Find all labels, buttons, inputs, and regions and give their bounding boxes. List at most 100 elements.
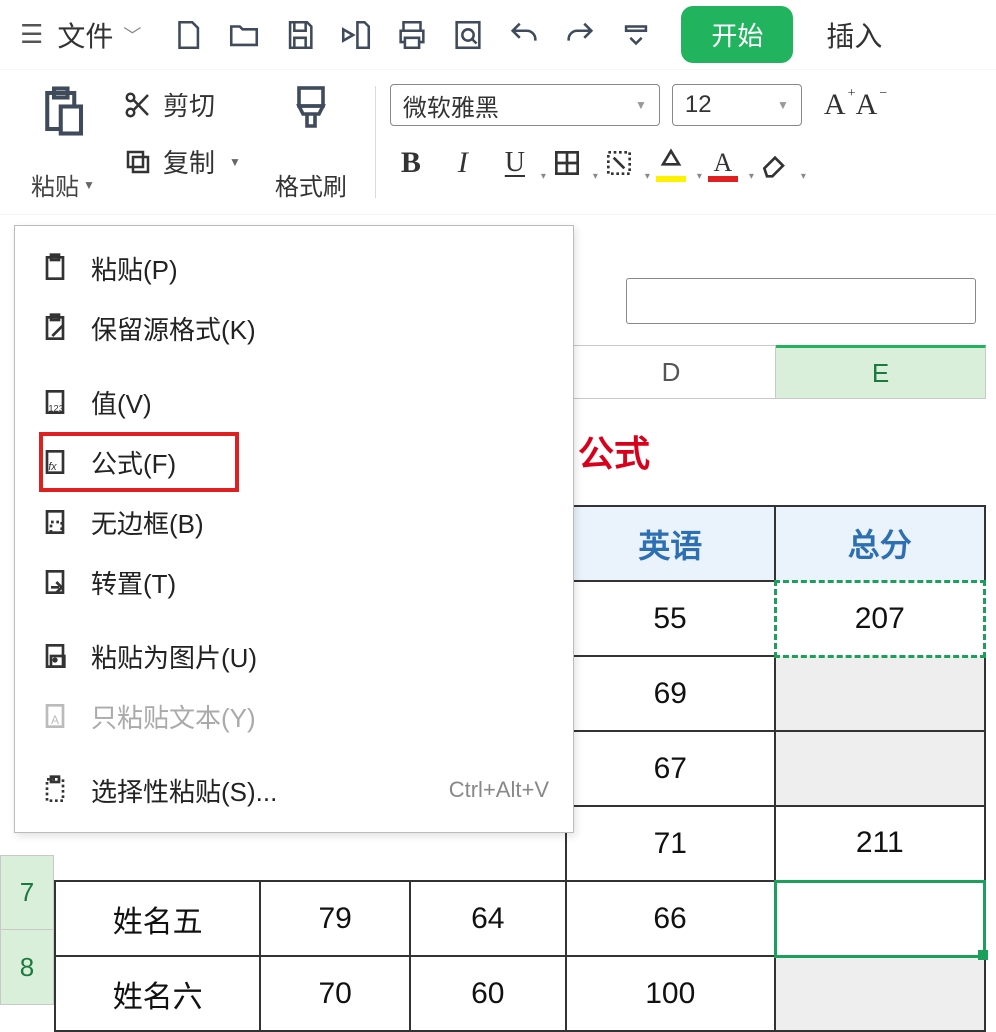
clipboard-icon	[36, 84, 90, 138]
menu-shortcut: Ctrl+Alt+V	[449, 777, 549, 803]
file-menu[interactable]: 文件	[57, 15, 113, 55]
increase-font-button[interactable]: A+	[824, 88, 846, 122]
svg-text:A: A	[51, 713, 59, 727]
menu-keep-source-format[interactable]: 保留源格式(K)	[15, 298, 573, 358]
export-icon[interactable]	[337, 16, 375, 54]
clipboard-text-icon: A	[39, 700, 71, 732]
cell-e3[interactable]: 207	[775, 581, 984, 656]
menu-text-only: A 只粘贴文本(Y)	[15, 686, 573, 746]
cell-a8[interactable]: 姓名六	[55, 956, 260, 1031]
redo-icon[interactable]	[561, 16, 599, 54]
cell-e6[interactable]: 211	[775, 806, 984, 881]
menu-no-border[interactable]: 无边框(B)	[15, 492, 573, 552]
cell-e4[interactable]	[775, 656, 984, 731]
eraser-button[interactable]	[754, 142, 796, 184]
save-icon[interactable]	[281, 16, 319, 54]
menu-paste-label: 粘贴(P)	[91, 250, 178, 287]
font-group: 微软雅黑 ▼ 12 ▼ A+ A− B I U A	[390, 76, 986, 208]
cell-e7[interactable]	[775, 881, 984, 956]
menu-transpose[interactable]: 转置(T)	[15, 552, 573, 612]
insert-tab[interactable]: 插入	[826, 15, 882, 55]
cell-d4[interactable]: 69	[566, 656, 775, 731]
italic-button[interactable]: I	[442, 142, 484, 184]
row-header-8[interactable]: 8	[0, 930, 54, 1005]
scissors-icon	[123, 90, 153, 120]
cell-b8[interactable]: 70	[260, 956, 410, 1031]
cell-d8[interactable]: 100	[566, 956, 775, 1031]
svg-text:123: 123	[48, 403, 64, 413]
cell-d7[interactable]: 66	[566, 881, 775, 956]
undo-icon[interactable]	[505, 16, 543, 54]
decrease-font-button[interactable]: A−	[856, 88, 878, 122]
home-tab[interactable]: 开始	[681, 6, 793, 63]
highlight-button[interactable]	[650, 142, 692, 184]
paintbrush-icon	[287, 84, 335, 132]
ribbon: 粘贴▼ 剪切 复制▼ 格式刷 微软雅黑 ▼ 12 ▼ A+ A−	[0, 70, 996, 215]
header-total: 总分	[775, 506, 984, 581]
menu-paste-special-label: 选择性粘贴(S)...	[91, 772, 277, 809]
cell-c8[interactable]: 60	[410, 956, 566, 1031]
cell-d5[interactable]: 67	[566, 731, 775, 806]
bold-button[interactable]: B	[390, 142, 432, 184]
font-color-button[interactable]: A	[702, 142, 744, 184]
font-name-select[interactable]: 微软雅黑 ▼	[390, 84, 660, 126]
cell-e8[interactable]	[775, 956, 984, 1031]
row-header-7[interactable]: 7	[0, 855, 54, 930]
customize-qat-icon[interactable]	[617, 16, 655, 54]
menu-formulas[interactable]: fx 公式(F)	[15, 432, 573, 492]
borders-button[interactable]	[546, 142, 588, 184]
format-painter-label: 格式刷	[275, 167, 347, 202]
menu-transpose-label: 转置(T)	[91, 564, 176, 601]
font-size-select[interactable]: 12 ▼	[672, 84, 802, 126]
clipboard-123-icon: 123	[39, 386, 71, 418]
paste-split-button[interactable]: 粘贴▼	[18, 76, 108, 208]
paste-label: 粘贴	[31, 167, 79, 202]
print-preview-icon[interactable]	[449, 16, 487, 54]
column-headers: D E	[566, 345, 986, 399]
clipboard-noborder-icon	[39, 506, 71, 538]
column-header-d[interactable]: D	[566, 345, 776, 399]
clipboard-fx-icon: fx	[39, 446, 71, 478]
menu-keep-source-label: 保留源格式(K)	[91, 310, 256, 347]
cell-d3[interactable]: 55	[566, 581, 775, 656]
menu-paste[interactable]: 粘贴(P)	[15, 238, 573, 298]
copy-icon	[123, 147, 153, 177]
open-icon[interactable]	[225, 16, 263, 54]
cut-label: 剪切	[163, 86, 215, 123]
clipboard-transpose-icon	[39, 566, 71, 598]
paste-dropdown-menu: 粘贴(P) 保留源格式(K) 123 值(V) fx 公式(F) 无边框(B) …	[14, 225, 574, 833]
cell-e5[interactable]	[775, 731, 984, 806]
chevron-down-icon[interactable]: ﹀	[123, 22, 141, 48]
underline-button[interactable]: U	[494, 142, 536, 184]
chevron-down-icon: ▼	[777, 98, 789, 112]
separator	[375, 86, 376, 198]
cell-b7[interactable]: 79	[260, 881, 410, 956]
svg-text:fx: fx	[48, 461, 57, 473]
font-size-value: 12	[685, 91, 712, 119]
copy-button[interactable]: 复制 ▼	[123, 143, 241, 180]
menu-paste-special[interactable]: 选择性粘贴(S)... Ctrl+Alt+V	[15, 760, 573, 820]
print-icon[interactable]	[393, 16, 431, 54]
font-name-value: 微软雅黑	[403, 88, 499, 123]
menu-formulas-label: 公式(F)	[91, 444, 176, 481]
menu-no-border-label: 无边框(B)	[91, 504, 204, 541]
menu-as-picture[interactable]: 粘贴为图片(U)	[15, 626, 573, 686]
title-toolbar: ☰ 文件 ﹀ 开始 插入	[0, 0, 996, 70]
cut-button[interactable]: 剪切	[123, 86, 241, 123]
hamburger-icon[interactable]: ☰	[20, 19, 43, 50]
chevron-down-icon: ▼	[635, 98, 647, 112]
menu-text-only-label: 只粘贴文本(Y)	[91, 698, 256, 735]
title-fragment: 公式	[578, 425, 650, 477]
new-icon[interactable]	[169, 16, 207, 54]
format-painter-button[interactable]: 格式刷	[261, 76, 361, 208]
fill-color-button[interactable]	[598, 142, 640, 184]
column-header-e[interactable]: E	[776, 345, 986, 399]
formula-bar[interactable]	[626, 278, 976, 324]
cell-a7[interactable]: 姓名五	[55, 881, 260, 956]
dropdown-triangle-icon: ▼	[229, 155, 241, 169]
cell-c7[interactable]: 64	[410, 881, 566, 956]
copy-label: 复制	[163, 143, 215, 180]
clipboard-pencil-icon	[39, 312, 71, 344]
cell-d6[interactable]: 71	[566, 806, 775, 881]
menu-values[interactable]: 123 值(V)	[15, 372, 573, 432]
